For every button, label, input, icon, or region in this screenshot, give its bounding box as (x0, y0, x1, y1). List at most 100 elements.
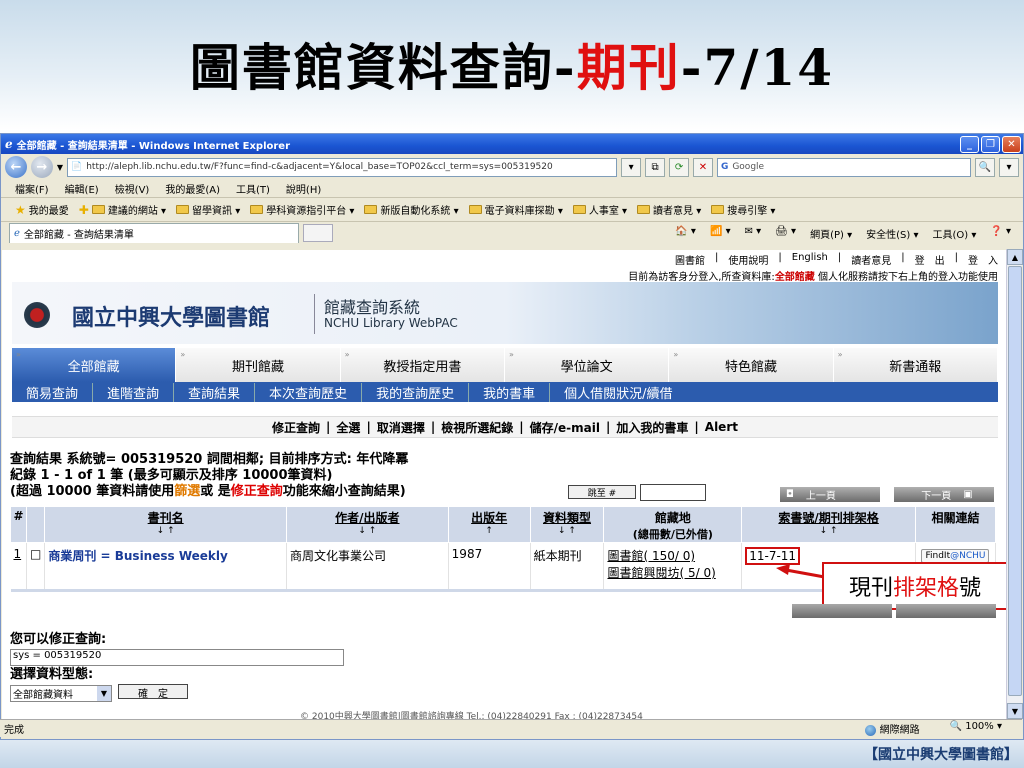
nav-results[interactable]: 查詢結果 (174, 382, 256, 402)
vertical-scrollbar[interactable]: ▲ ▼ (1006, 249, 1023, 719)
link-logout[interactable]: 登 出 (915, 252, 945, 267)
result-line-1: 查詢結果 系統號= 005319520 詞間相鄰; 目前排序方式: 年代降冪 (10, 452, 409, 467)
col-callno[interactable]: 索書號/期刊排架格 ↓ ↑ (741, 506, 916, 543)
data-type-select[interactable]: 全部館藏資料 ▼ (10, 685, 112, 702)
col-year[interactable]: 出版年 ↑ (447, 506, 531, 543)
search-options-button[interactable]: ▾ (999, 157, 1019, 177)
background-decoration (784, 34, 1014, 118)
link-login[interactable]: 登 入 (968, 252, 998, 267)
link-english[interactable]: English (792, 252, 828, 267)
menu-tools[interactable]: 工具(T) (236, 181, 270, 196)
favorites-button[interactable]: ★ 我的最愛 (15, 202, 69, 218)
fav-databases[interactable]: 電子資料庫探勘 ▾ (468, 202, 563, 217)
fav-feedback[interactable]: 讀者意見 ▾ (637, 202, 701, 217)
action-alert[interactable]: Alert (705, 420, 738, 434)
scroll-down-icon[interactable]: ▼ (1007, 703, 1023, 719)
scroll-thumb[interactable] (1008, 266, 1022, 696)
col-title[interactable]: 書刊名 ↓ ↑ (44, 506, 287, 543)
menu-edit[interactable]: 編輯(E) (65, 181, 99, 196)
location-reading-room-link[interactable]: 圖書館興閱坊( 5/ 0) (607, 564, 738, 581)
scroll-up-icon[interactable]: ▲ (1007, 249, 1023, 265)
fav-search-engines[interactable]: 搜尋引擎 ▾ (711, 202, 775, 217)
link-feedback[interactable]: 讀者意見 (851, 252, 891, 267)
menu-help[interactable]: 說明(H) (286, 181, 321, 196)
tab-current[interactable]: ℯ 全部館藏 - 查詢結果清單 (9, 223, 299, 243)
tab-journals[interactable]: 期刊館藏 (176, 348, 341, 382)
mail-icon[interactable]: ✉ ▾ (745, 226, 762, 241)
nav-advanced-search[interactable]: 進階查詢 (93, 382, 175, 402)
next-page-button[interactable]: 下一頁 ▣ (894, 487, 994, 502)
status-bar: 完成 網際網路 🔍 100% ▾ (0, 719, 1022, 737)
maximize-button[interactable]: ❐ (981, 135, 1000, 153)
stop-button[interactable]: ✕ (693, 157, 713, 177)
fav-new-system[interactable]: 新版自動化系統 ▾ (364, 202, 459, 217)
findit-button[interactable]: FindIt@NCHU (921, 549, 990, 563)
nav-my-history[interactable]: 我的查詢歷史 (362, 382, 470, 402)
link-help[interactable]: 使用說明 (728, 252, 768, 267)
search-button[interactable]: 🔍 (975, 157, 996, 177)
fav-personnel[interactable]: 人事室 ▾ (572, 202, 627, 217)
zoom-control[interactable]: 🔍 100% ▾ (950, 721, 1002, 736)
action-modify[interactable]: 修正查詢 (272, 419, 320, 436)
url-input[interactable]: 📄 http://aleph.lib.nchu.edu.tw/F?func=fi… (67, 157, 618, 177)
new-tab-button[interactable] (303, 224, 333, 242)
fav-suggested[interactable]: ✚ 建議的網站 ▾ (79, 202, 166, 218)
location-library-link[interactable]: 圖書館( 150/ 0) (607, 547, 738, 564)
forward-button[interactable]: → (30, 156, 53, 178)
record-publisher: 商周文化事業公司 (286, 542, 449, 592)
safety-menu[interactable]: 安全性(S) ▾ (866, 226, 918, 241)
record-checkbox[interactable]: □ (26, 542, 46, 592)
action-deselect[interactable]: 取消選擇 (377, 419, 425, 436)
nav-simple-search[interactable]: 簡易查詢 (12, 382, 94, 402)
modify-query-input[interactable]: sys = 005319520 (10, 649, 344, 666)
tab-special[interactable]: 特色館藏 (669, 348, 834, 382)
feeds-icon[interactable]: 📶 ▾ (710, 226, 731, 241)
fav-subject-guide[interactable]: 學科資源指引平台 ▾ (250, 202, 354, 217)
link-library[interactable]: 圖書館 (675, 252, 705, 267)
bottom-next-page-button[interactable] (896, 604, 996, 618)
tab-all-collections[interactable]: 全部館藏 (12, 348, 177, 382)
tools-menu[interactable]: 工具(O) ▾ (932, 226, 976, 241)
nav-session-history[interactable]: 本次查詢歷史 (255, 382, 363, 402)
action-add-cart[interactable]: 加入我的書車 (616, 419, 688, 436)
nav-my-cart[interactable]: 我的書車 (469, 382, 551, 402)
menu-view[interactable]: 檢視(V) (115, 181, 150, 196)
action-save-email[interactable]: 儲存/e-mail (530, 419, 600, 436)
action-view-selected[interactable]: 檢視所選紀錄 (441, 419, 513, 436)
prev-page-button[interactable]: ◘ 上一頁 (780, 487, 880, 502)
modify-link[interactable]: 修正查詢 (231, 484, 283, 499)
history-dropdown-icon[interactable]: ▼ (57, 163, 63, 172)
tab-new-books[interactable]: 新書通報 (833, 348, 998, 382)
confirm-button[interactable]: 確 定 (118, 684, 188, 700)
menu-favorites[interactable]: 我的最愛(A) (165, 181, 220, 196)
action-select-all[interactable]: 全選 (336, 419, 360, 436)
help-menu[interactable]: ❓ ▾ (990, 226, 1011, 241)
folder-icon (364, 205, 378, 214)
jump-input[interactable] (640, 484, 706, 501)
folder-icon (711, 205, 725, 214)
record-num[interactable]: 1 (10, 542, 27, 592)
home-icon[interactable]: 🏠 ▾ (675, 226, 696, 241)
print-icon[interactable]: 🖨 ▾ (775, 226, 796, 241)
filter-link[interactable]: 篩選 (174, 484, 200, 499)
back-button[interactable]: ← (5, 156, 27, 178)
nav-my-loans[interactable]: 個人借閱狀況/續借 (550, 383, 686, 402)
minimize-button[interactable]: _ (960, 135, 979, 153)
tab-reserves[interactable]: 教授指定用書 (340, 348, 505, 382)
close-button[interactable]: ✕ (1002, 135, 1021, 153)
refresh-button[interactable]: ⟳ (669, 157, 689, 177)
result-line-3: (超過 10000 筆資料請使用篩選或 是修正查詢功能來縮小查詢結果) (10, 484, 406, 499)
menu-file[interactable]: 檔案(F) (15, 181, 49, 196)
slide-footer-brand: 【國立中興大學圖書館】 (864, 747, 1018, 763)
record-title-link[interactable]: 商業周刊 = Business Weekly (48, 549, 228, 563)
fav-study-abroad[interactable]: 留學資訊 ▾ (176, 202, 240, 217)
col-author[interactable]: 作者/出版者 ↓ ↑ (285, 506, 449, 543)
tab-theses[interactable]: 學位論文 (504, 348, 670, 382)
col-type[interactable]: 資料類型 ↓ ↑ (529, 506, 605, 543)
search-input[interactable]: G Google (716, 157, 972, 177)
compatibility-icon[interactable]: ⧉ (645, 157, 666, 177)
url-dropdown-button[interactable]: ▾ (621, 157, 642, 177)
page-menu[interactable]: 網頁(P) ▾ (810, 226, 852, 241)
bottom-prev-page-button[interactable] (792, 604, 892, 618)
jump-button[interactable]: 跳至 # (568, 485, 636, 499)
